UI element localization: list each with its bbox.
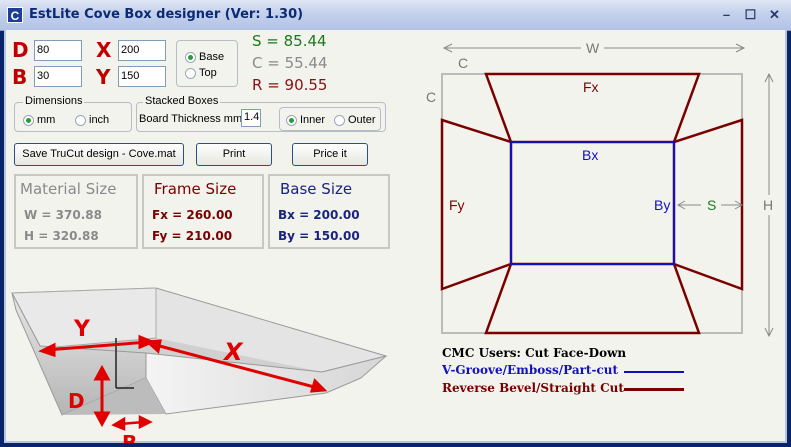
fx-label: Fx xyxy=(583,79,599,95)
top-radio-label: Top xyxy=(199,67,217,79)
stat-c: C = 55.44 xyxy=(252,54,328,72)
fy-label: Fy xyxy=(449,197,465,213)
material-width: W = 370.88 xyxy=(24,208,102,222)
label-y: Y xyxy=(96,65,111,89)
title-bar[interactable]: C EstLite Cove Box designer (Ver: 1.30) … xyxy=(0,0,791,31)
radio-indicator xyxy=(185,67,196,79)
frame-size-title: Frame Size xyxy=(154,180,237,198)
legend-title: CMC Users: Cut Face-Down xyxy=(442,346,627,360)
inch-radio-label: inch xyxy=(89,114,110,126)
frame-fx: Fx = 260.00 xyxy=(152,208,233,222)
stat-s: S = 85.44 xyxy=(252,32,327,50)
legend-bevel-label: Reverse Bevel/Straight Cut xyxy=(442,381,624,395)
box-illustration: Y X D B xyxy=(11,287,388,443)
by-label: By xyxy=(654,197,670,213)
app-icon: C xyxy=(7,7,23,23)
window-title: EstLite Cove Box designer (Ver: 1.30) xyxy=(29,7,304,22)
base-bx: Bx = 200.00 xyxy=(278,208,360,222)
outer-radio-label: Outer xyxy=(348,114,376,126)
s-label: S xyxy=(707,197,716,213)
close-button[interactable]: ✕ xyxy=(765,5,784,24)
legend-vgroove-label: V-Groove/Emboss/Part-cut xyxy=(442,363,619,377)
legend-vgroove-swatch xyxy=(624,371,684,373)
inch-radio[interactable]: inch xyxy=(75,114,109,126)
material-height: H = 320.88 xyxy=(24,229,99,243)
base-size-panel: Base Size Bx = 200.00 By = 150.00 xyxy=(268,174,390,249)
illustration-x-label: X xyxy=(222,338,244,366)
stacked-boxes-title: Stacked Boxes xyxy=(143,95,221,107)
radio-selected-indicator xyxy=(23,114,34,126)
board-thickness-input[interactable]: 1.4 xyxy=(241,109,261,127)
legend-bevel-swatch xyxy=(624,388,684,391)
radio-indicator xyxy=(334,114,345,126)
material-size-panel: Material Size W = 370.88 H = 320.88 xyxy=(14,174,138,249)
x-input[interactable]: 200 xyxy=(118,40,166,61)
price-it-button[interactable]: Price it xyxy=(292,143,368,166)
outer-radio[interactable]: Outer xyxy=(334,114,376,126)
h-dimension-label: H xyxy=(763,197,773,213)
app-window: C EstLite Cove Box designer (Ver: 1.30) … xyxy=(0,0,791,447)
cut-diagram: W H C C Fx Fy Bx By S xyxy=(426,40,774,338)
mm-radio-label: mm xyxy=(37,114,56,126)
inner-radio[interactable]: Inner xyxy=(286,114,325,126)
inner-radio-label: Inner xyxy=(300,114,326,126)
y-input[interactable]: 150 xyxy=(118,66,166,87)
maximize-button[interactable]: ☐ xyxy=(741,5,760,24)
base-radio-label: Base xyxy=(199,51,225,63)
inner-outer-group: Inner Outer xyxy=(279,107,381,131)
illustration-y-label: Y xyxy=(73,317,91,342)
frame-size-panel: Frame Size Fx = 260.00 Fy = 210.00 xyxy=(142,174,264,249)
c-left-label: C xyxy=(426,89,436,105)
label-d: D xyxy=(12,38,29,62)
base-by: By = 150.00 xyxy=(278,229,360,243)
radio-selected-indicator xyxy=(185,51,196,63)
b-input[interactable]: 30 xyxy=(34,66,82,87)
save-trucut-button[interactable]: Save TruCut design - Cove.mat xyxy=(14,143,184,166)
top-radio[interactable]: Top xyxy=(185,67,217,79)
minimize-button[interactable]: – xyxy=(717,5,736,24)
print-button[interactable]: Print xyxy=(196,143,272,166)
base-top-group: Base Top xyxy=(176,40,238,87)
stacked-boxes-group: Stacked Boxes Board Thickness mm 1.4 Inn… xyxy=(136,95,386,132)
w-dimension-label: W xyxy=(586,40,600,56)
illustration-d-label: D xyxy=(68,389,85,413)
frame-fy: Fy = 210.00 xyxy=(152,229,233,243)
stat-r: R = 90.55 xyxy=(252,76,328,94)
base-size-title: Base Size xyxy=(280,180,353,198)
b-arrow xyxy=(111,414,153,431)
main-client-area: D 80 B 30 X 200 Y 150 Base Top S = 85.44… xyxy=(4,30,787,443)
mm-radio[interactable]: mm xyxy=(23,114,55,126)
c-top-label: C xyxy=(458,55,468,71)
material-size-title: Material Size xyxy=(20,180,117,198)
radio-indicator xyxy=(75,114,86,126)
bx-label: Bx xyxy=(582,147,598,163)
dimensions-title: Dimensions xyxy=(23,95,85,107)
base-radio[interactable]: Base xyxy=(185,51,224,63)
d-input[interactable]: 80 xyxy=(34,40,82,61)
material-outline xyxy=(441,73,743,334)
illustration-b-label: B xyxy=(122,431,137,443)
dimensions-group: Dimensions mm inch xyxy=(14,95,132,132)
label-b: B xyxy=(12,65,28,89)
board-thickness-label: Board Thickness mm xyxy=(139,113,243,125)
radio-selected-indicator xyxy=(286,114,297,126)
label-x: X xyxy=(96,38,112,62)
frame-cut-lines xyxy=(440,72,744,335)
